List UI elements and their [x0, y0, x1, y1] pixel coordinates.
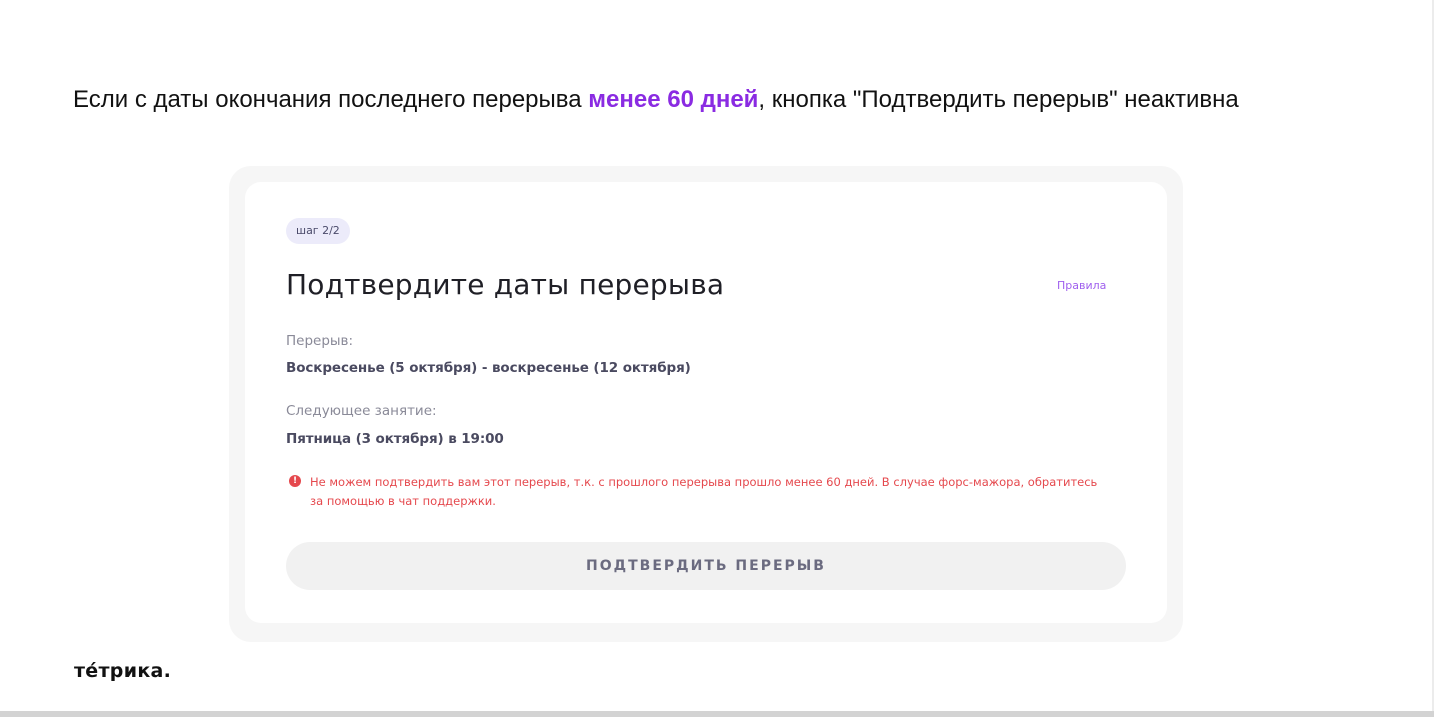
rules-link[interactable]: Правила — [1057, 278, 1106, 294]
break-label: Перерыв: — [286, 333, 354, 349]
break-dates-value: Воскресенье (5 октября) - воскресенье (1… — [286, 360, 691, 376]
tetrika-logo: тéтрика. — [74, 660, 172, 682]
next-lesson-value: Пятница (3 октября) в 19:00 — [286, 431, 504, 447]
slide-caption: Если с даты окончания последнего перерыв… — [73, 85, 1313, 115]
bottom-divider-bar — [0, 711, 1434, 717]
next-lesson-label: Следующее занятие: — [286, 403, 437, 419]
caption-text-start: Если с даты окончания последнего перерыв… — [73, 86, 589, 113]
step-badge: шаг 2/2 — [286, 218, 350, 244]
caption-highlight: менее 60 дней — [588, 86, 759, 113]
dialog-title: Подтвердите даты перерыва — [286, 268, 725, 301]
error-message-text: Не можем подтвердить вам этот перерыв, т… — [310, 475, 1098, 508]
confirm-break-button[interactable]: ПОДТВЕРДИТЬ ПЕРЕРЫВ — [286, 542, 1126, 590]
error-alert-icon: ! — [289, 475, 301, 487]
caption-text-end: , кнопка "Подтвердить перерыв" неактивна — [758, 86, 1239, 113]
